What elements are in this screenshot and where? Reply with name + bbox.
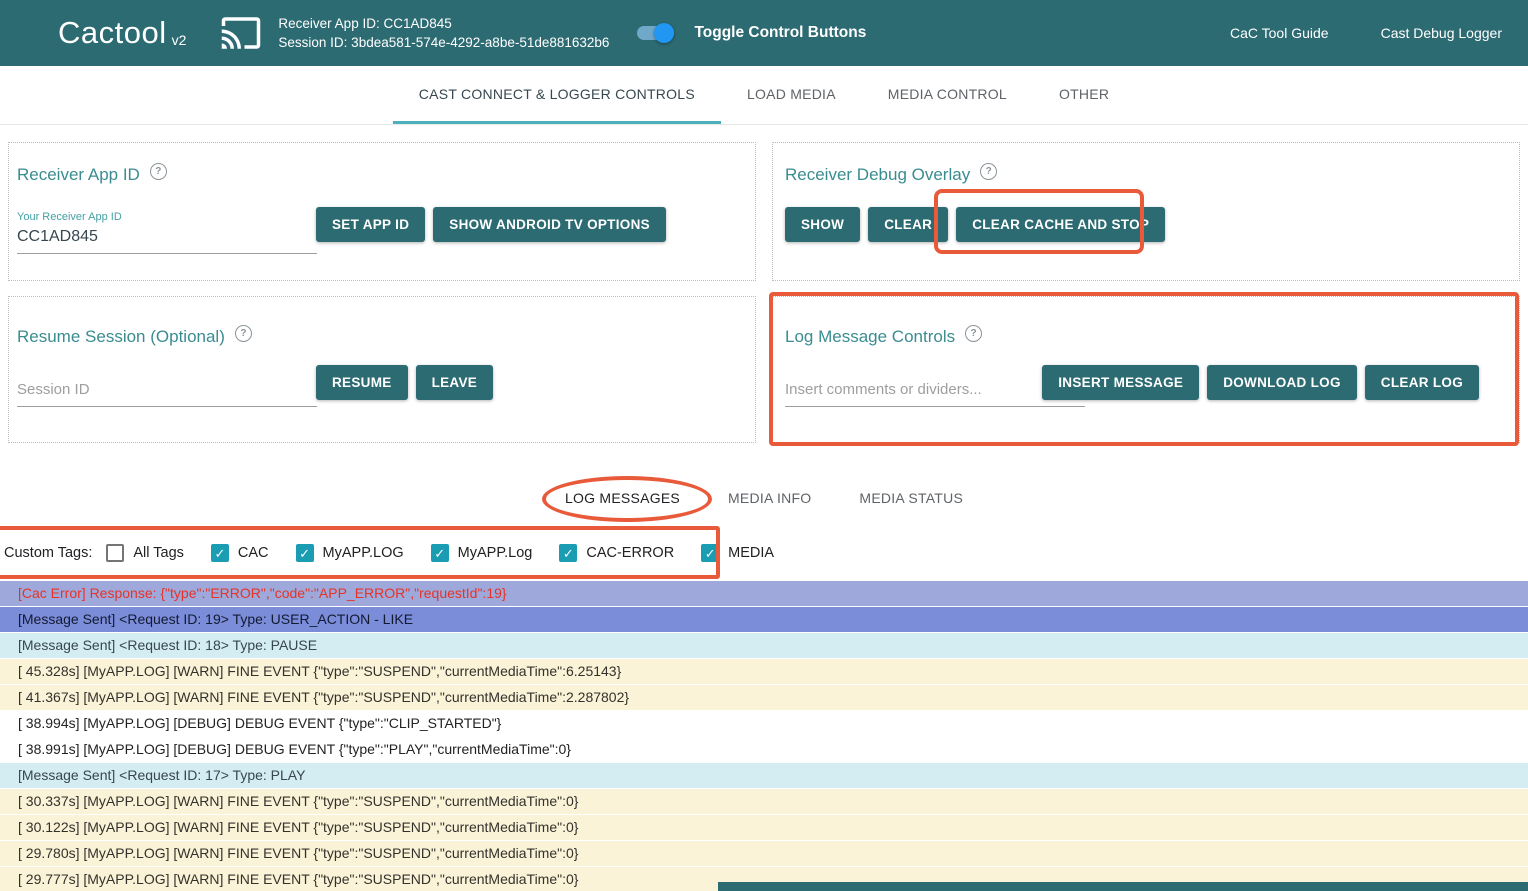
help-icon[interactable]: ? (150, 163, 167, 180)
clear-cache-and-stop-button[interactable]: CLEAR CACHE AND STOP (956, 207, 1165, 242)
log-row: [ 45.328s] [MyAPP.LOG] [WARN] FINE EVENT… (0, 659, 1528, 684)
log-message-list[interactable]: [Cac Error] Response: {"type":"ERROR","c… (0, 581, 1528, 891)
receiver-debug-overlay-card-title: Receiver Debug Overlay ? (785, 165, 997, 185)
log-row: [ 29.780s] [MyAPP.LOG] [WARN] FINE EVENT… (0, 841, 1528, 866)
log-row: [ 38.994s] [MyAPP.LOG] [DEBUG] DEBUG EVE… (0, 711, 1528, 736)
toggle-control-buttons-label: Toggle Control Buttons (694, 24, 866, 42)
log-message-controls-buttons: INSERT MESSAGEDOWNLOAD LOGCLEAR LOG (1042, 365, 1479, 400)
cactool-app: Cactool v2 Receiver App ID: CC1AD845 Ses… (0, 0, 1528, 891)
tag-media-checkbox[interactable]: MEDIA (701, 544, 774, 562)
receiver-app-id-buttons: SET APP IDSHOW ANDROID TV OPTIONS (316, 207, 666, 242)
checkbox-icon (559, 544, 577, 562)
log-row: [Message Sent] <Request ID: 19> Type: US… (0, 607, 1528, 632)
checkbox-icon (296, 544, 314, 562)
tab-log-messages[interactable]: LOG MESSAGES (541, 470, 704, 526)
custom-tags-bar: Custom Tags: All Tags CAC MyAPP.LOG MyAP… (0, 528, 720, 578)
help-icon[interactable]: ? (235, 325, 252, 342)
log-comment-field (785, 375, 1085, 407)
cac-tool-guide-link[interactable]: CaC Tool Guide (1230, 25, 1329, 41)
tag-label: MyAPP.LOG (323, 545, 404, 561)
show-android-tv-options-button[interactable]: SHOW ANDROID TV OPTIONS (433, 207, 666, 242)
tag-all-tags-checkbox[interactable]: All Tags (106, 544, 184, 562)
session-id-field (17, 375, 317, 407)
log-row: [ 30.122s] [MyAPP.LOG] [WARN] FINE EVENT… (0, 815, 1528, 840)
resume-button[interactable]: RESUME (316, 365, 408, 400)
tag-label: MEDIA (728, 545, 774, 561)
app-version: v2 (172, 32, 187, 48)
tag-label: MyAPP.Log (458, 545, 533, 561)
receiver-app-id-text: Receiver App ID: CC1AD845 (278, 14, 609, 33)
resume-session-card-title: Resume Session (Optional) ? (17, 327, 252, 347)
tag-label: CAC-ERROR (586, 545, 674, 561)
custom-tags-label: Custom Tags: (4, 545, 92, 561)
set-app-id-button[interactable]: SET APP ID (316, 207, 425, 242)
checkbox-icon (431, 544, 449, 562)
log-row: [ 41.367s] [MyAPP.LOG] [WARN] FINE EVENT… (0, 685, 1528, 710)
toggle-control-buttons-switch[interactable] (637, 23, 674, 43)
log-row: [ 38.991s] [MyAPP.LOG] [DEBUG] DEBUG EVE… (0, 737, 1528, 762)
insert-message-button[interactable]: INSERT MESSAGE (1042, 365, 1199, 400)
tag-cac-error-checkbox[interactable]: CAC-ERROR (559, 544, 674, 562)
card-title-text: Resume Session (Optional) (17, 327, 225, 347)
tab-media-control[interactable]: MEDIA CONTROL (862, 66, 1033, 124)
card-title-text: Log Message Controls (785, 327, 955, 347)
tag-cac-checkbox[interactable]: CAC (211, 544, 269, 562)
download-log-button[interactable]: DOWNLOAD LOG (1207, 365, 1357, 400)
log-comment-input[interactable] (785, 375, 1085, 407)
tab-load-media[interactable]: LOAD MEDIA (721, 66, 862, 124)
app-logo: Cactool (58, 15, 167, 51)
receiver-app-id-field: Your Receiver App ID (17, 211, 317, 254)
log-row: [Cac Error] Response: {"type":"ERROR","c… (0, 581, 1528, 606)
tag-myapp-log-upper-checkbox[interactable]: MyAPP.LOG (296, 544, 404, 562)
log-row: [ 30.337s] [MyAPP.LOG] [WARN] FINE EVENT… (0, 789, 1528, 814)
log-tab-bar: LOG MESSAGESMEDIA INFOMEDIA STATUS (0, 470, 1528, 526)
clear-overlay-button[interactable]: CLEAR (868, 207, 948, 242)
checkbox-icon (211, 544, 229, 562)
log-message-controls-card: Log Message Controls ? INSERT MESSAGEDOW… (772, 296, 1520, 443)
leave-button[interactable]: LEAVE (416, 365, 494, 400)
toggle-thumb (654, 23, 674, 43)
card-title-text: Receiver App ID (17, 165, 140, 185)
resume-session-card: Resume Session (Optional) ? RESUMELEAVE (8, 296, 756, 443)
receiver-app-id-field-label: Your Receiver App ID (17, 211, 317, 223)
receiver-app-id-input[interactable] (17, 223, 317, 254)
tag-label: All Tags (133, 545, 184, 561)
header-links: CaC Tool Guide Cast Debug Logger (1230, 25, 1502, 41)
card-title-text: Receiver Debug Overlay (785, 165, 970, 185)
tag-label: CAC (238, 545, 269, 561)
tag-myapp-log-checkbox[interactable]: MyAPP.Log (431, 544, 533, 562)
session-info: Receiver App ID: CC1AD845 Session ID: 3b… (278, 14, 609, 52)
checkbox-icon (701, 544, 719, 562)
session-id-input[interactable] (17, 375, 317, 407)
cast-icon (220, 12, 262, 54)
session-id-text: Session ID: 3bdea581-574e-4292-a8be-51de… (278, 33, 609, 52)
help-icon[interactable]: ? (980, 163, 997, 180)
checkbox-icon (106, 544, 124, 562)
app-header: Cactool v2 Receiver App ID: CC1AD845 Ses… (0, 0, 1528, 66)
show-overlay-button[interactable]: SHOW (785, 207, 860, 242)
resume-session-buttons: RESUMELEAVE (316, 365, 493, 400)
tab-media-status[interactable]: MEDIA STATUS (835, 470, 987, 526)
receiver-debug-overlay-card: Receiver Debug Overlay ? SHOWCLEARCLEAR … (772, 142, 1520, 281)
cast-debug-logger-link[interactable]: Cast Debug Logger (1381, 25, 1502, 41)
receiver-app-id-card: Receiver App ID ? Your Receiver App ID S… (8, 142, 756, 281)
clear-log-button[interactable]: CLEAR LOG (1365, 365, 1479, 400)
receiver-debug-overlay-buttons: SHOWCLEARCLEAR CACHE AND STOP (785, 207, 1165, 242)
receiver-app-id-card-title: Receiver App ID ? (17, 165, 167, 185)
tab-other[interactable]: OTHER (1033, 66, 1135, 124)
tab-media-info[interactable]: MEDIA INFO (704, 470, 835, 526)
log-row: [Message Sent] <Request ID: 17> Type: PL… (0, 763, 1528, 788)
bottom-bar (718, 882, 1528, 891)
log-message-controls-card-title: Log Message Controls ? (785, 327, 982, 347)
tab-cast-connect-logger-controls[interactable]: CAST CONNECT & LOGGER CONTROLS (393, 66, 721, 124)
log-row: [Message Sent] <Request ID: 18> Type: PA… (0, 633, 1528, 658)
help-icon[interactable]: ? (965, 325, 982, 342)
main-tab-bar: CAST CONNECT & LOGGER CONTROLSLOAD MEDIA… (0, 66, 1528, 125)
